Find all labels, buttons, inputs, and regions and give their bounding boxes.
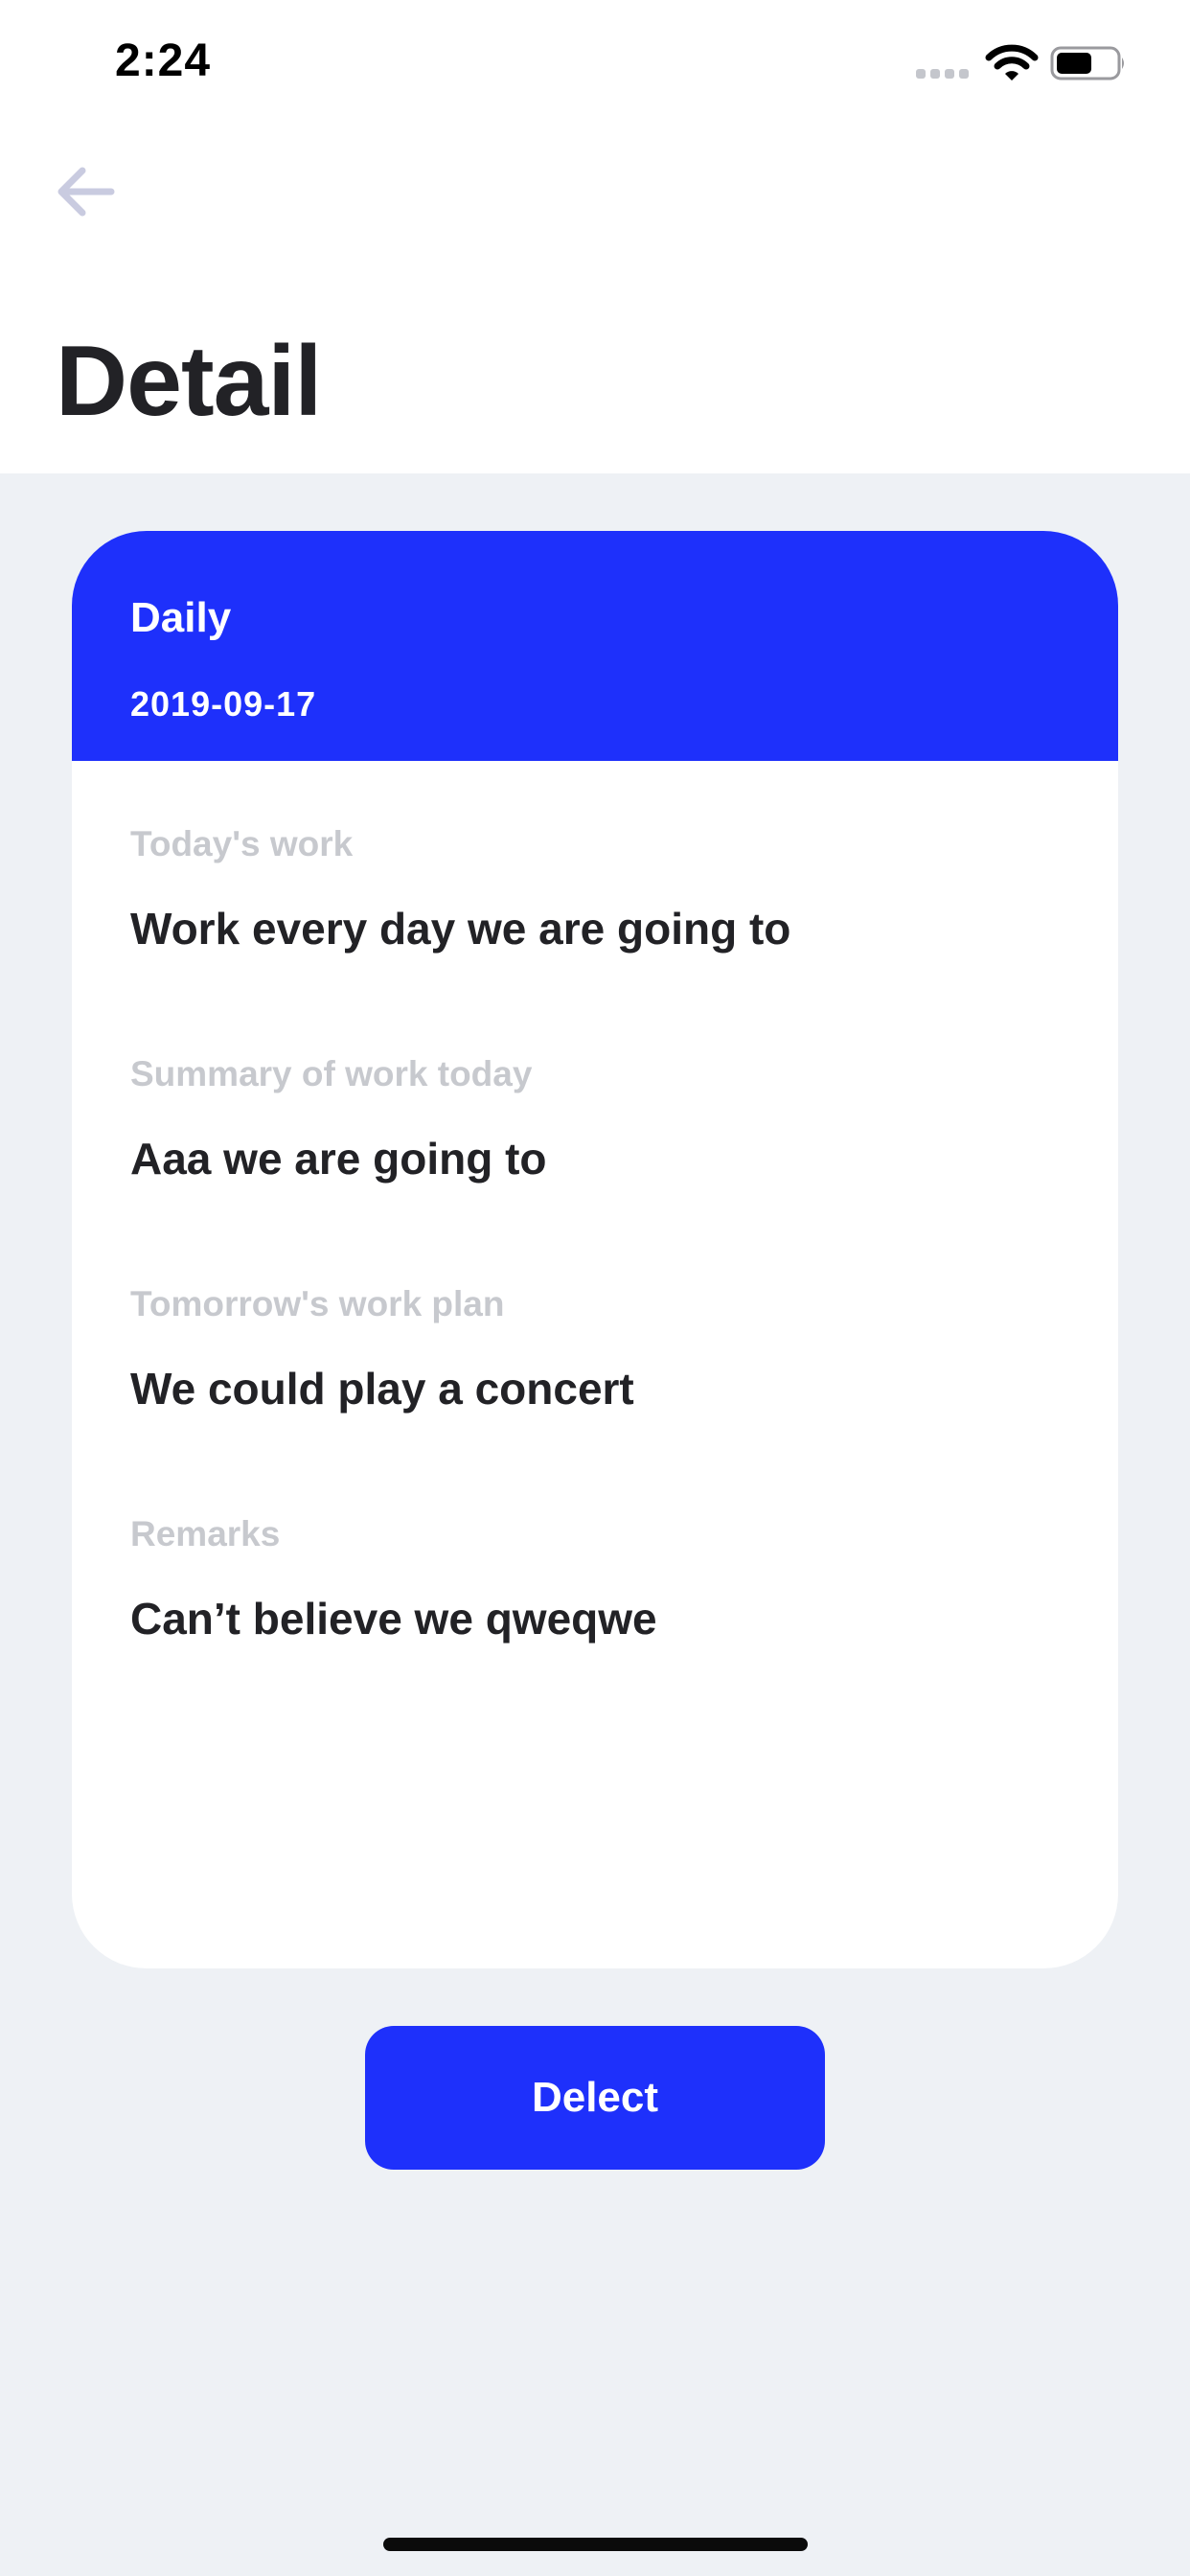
battery-icon bbox=[1050, 46, 1124, 80]
back-button[interactable] bbox=[50, 161, 119, 222]
card-title: Daily bbox=[130, 594, 232, 641]
page-title: Detail bbox=[56, 325, 322, 437]
field-value: Aaa we are going to bbox=[130, 1134, 547, 1184]
delete-button[interactable]: Delect bbox=[365, 2026, 825, 2170]
field-value: We could play a concert bbox=[130, 1364, 634, 1414]
status-bar: 2:24 bbox=[0, 0, 1190, 126]
field-label: Remarks bbox=[130, 1514, 281, 1553]
daily-card: Daily 2019-09-17 Today's work Work every… bbox=[72, 531, 1118, 1968]
home-indicator bbox=[383, 2538, 808, 2551]
header-area: 2:24 Detail bbox=[0, 0, 1190, 473]
card-date: 2019-09-17 bbox=[130, 684, 317, 724]
signal-icon bbox=[916, 69, 969, 79]
status-time: 2:24 bbox=[115, 35, 212, 86]
wifi-icon bbox=[985, 44, 1039, 80]
field-label: Summary of work today bbox=[130, 1054, 533, 1093]
field-value: Work every day we are going to bbox=[130, 904, 791, 954]
field-label: Tomorrow's work plan bbox=[130, 1284, 505, 1323]
field-label: Today's work bbox=[130, 824, 354, 863]
arrow-left-icon bbox=[57, 167, 115, 217]
field-value: Can’t believe we qweqwe bbox=[130, 1594, 657, 1644]
card-header: Daily 2019-09-17 bbox=[72, 531, 1118, 761]
